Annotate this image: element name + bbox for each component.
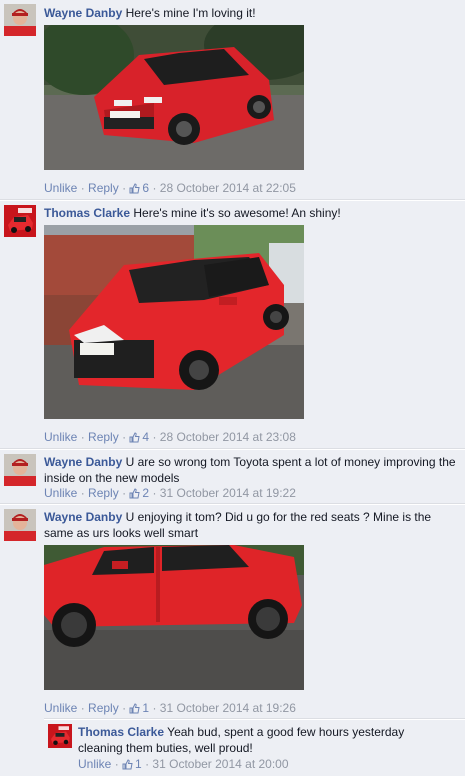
timestamp[interactable]: 31 October 2014 at 19:26 [160,701,296,715]
car-photo-1[interactable] [44,25,304,170]
like-count[interactable]: 1 [135,757,142,771]
like-count[interactable]: 6 [142,181,149,195]
avatar-wayne[interactable] [4,454,36,486]
comment-actions: Unlike · Reply · 1 · 31 October 2014 at … [44,701,296,717]
comment-author[interactable]: Wayne Danby [44,455,122,469]
comment-divider [0,199,465,201]
comment-divider [44,718,465,720]
comment-text: Here's mine it's so awesome! An shiny! [133,206,341,220]
avatar-wayne[interactable] [4,509,36,541]
like-count[interactable]: 4 [142,430,149,444]
thumbs-up-icon[interactable] [129,488,141,502]
comment-actions: Unlike · Reply · 6 · 28 October 2014 at … [44,181,296,197]
unlike-link[interactable]: Unlike [44,701,77,715]
avatar-wayne[interactable] [4,4,36,36]
timestamp[interactable]: 28 October 2014 at 22:05 [160,181,296,195]
comment-author[interactable]: Wayne Danby [44,6,122,20]
comment-actions: Unlike · Reply · 2 · 31 October 2014 at … [44,486,296,502]
like-count[interactable]: 1 [142,701,149,715]
unlike-link[interactable]: Unlike [44,486,77,500]
comment-divider [0,448,465,450]
thumbs-up-icon[interactable] [129,432,141,446]
thumbs-up-icon[interactable] [122,759,133,773]
reply-link[interactable]: Reply [88,486,119,500]
comment-author[interactable]: Thomas Clarke [44,206,130,220]
car-photo-2[interactable] [44,225,304,419]
like-count[interactable]: 2 [142,486,149,500]
avatar-thomas[interactable] [4,205,36,237]
comment-author[interactable]: Wayne Danby [44,510,122,524]
reply-link[interactable]: Reply [88,181,119,195]
unlike-link[interactable]: Unlike [78,757,111,771]
comment-actions: Unlike · Reply · 4 · 28 October 2014 at … [44,430,296,446]
reply-actions: Unlike · 1 · 31 October 2014 at 20:00 [78,757,289,773]
reply-link[interactable]: Reply [88,430,119,444]
unlike-link[interactable]: Unlike [44,181,77,195]
car-photo-3[interactable] [44,545,304,690]
reply-author[interactable]: Thomas Clarke [78,725,164,739]
timestamp[interactable]: 31 October 2014 at 20:00 [152,757,288,771]
avatar-thomas[interactable] [48,724,72,748]
timestamp[interactable]: 31 October 2014 at 19:22 [160,486,296,500]
thumbs-up-icon[interactable] [129,703,141,717]
comment-text: Here's mine I'm loving it! [125,6,256,20]
thumbs-up-icon[interactable] [129,183,141,197]
timestamp[interactable]: 28 October 2014 at 23:08 [160,430,296,444]
unlike-link[interactable]: Unlike [44,430,77,444]
reply-link[interactable]: Reply [88,701,119,715]
comment-divider [0,503,465,505]
